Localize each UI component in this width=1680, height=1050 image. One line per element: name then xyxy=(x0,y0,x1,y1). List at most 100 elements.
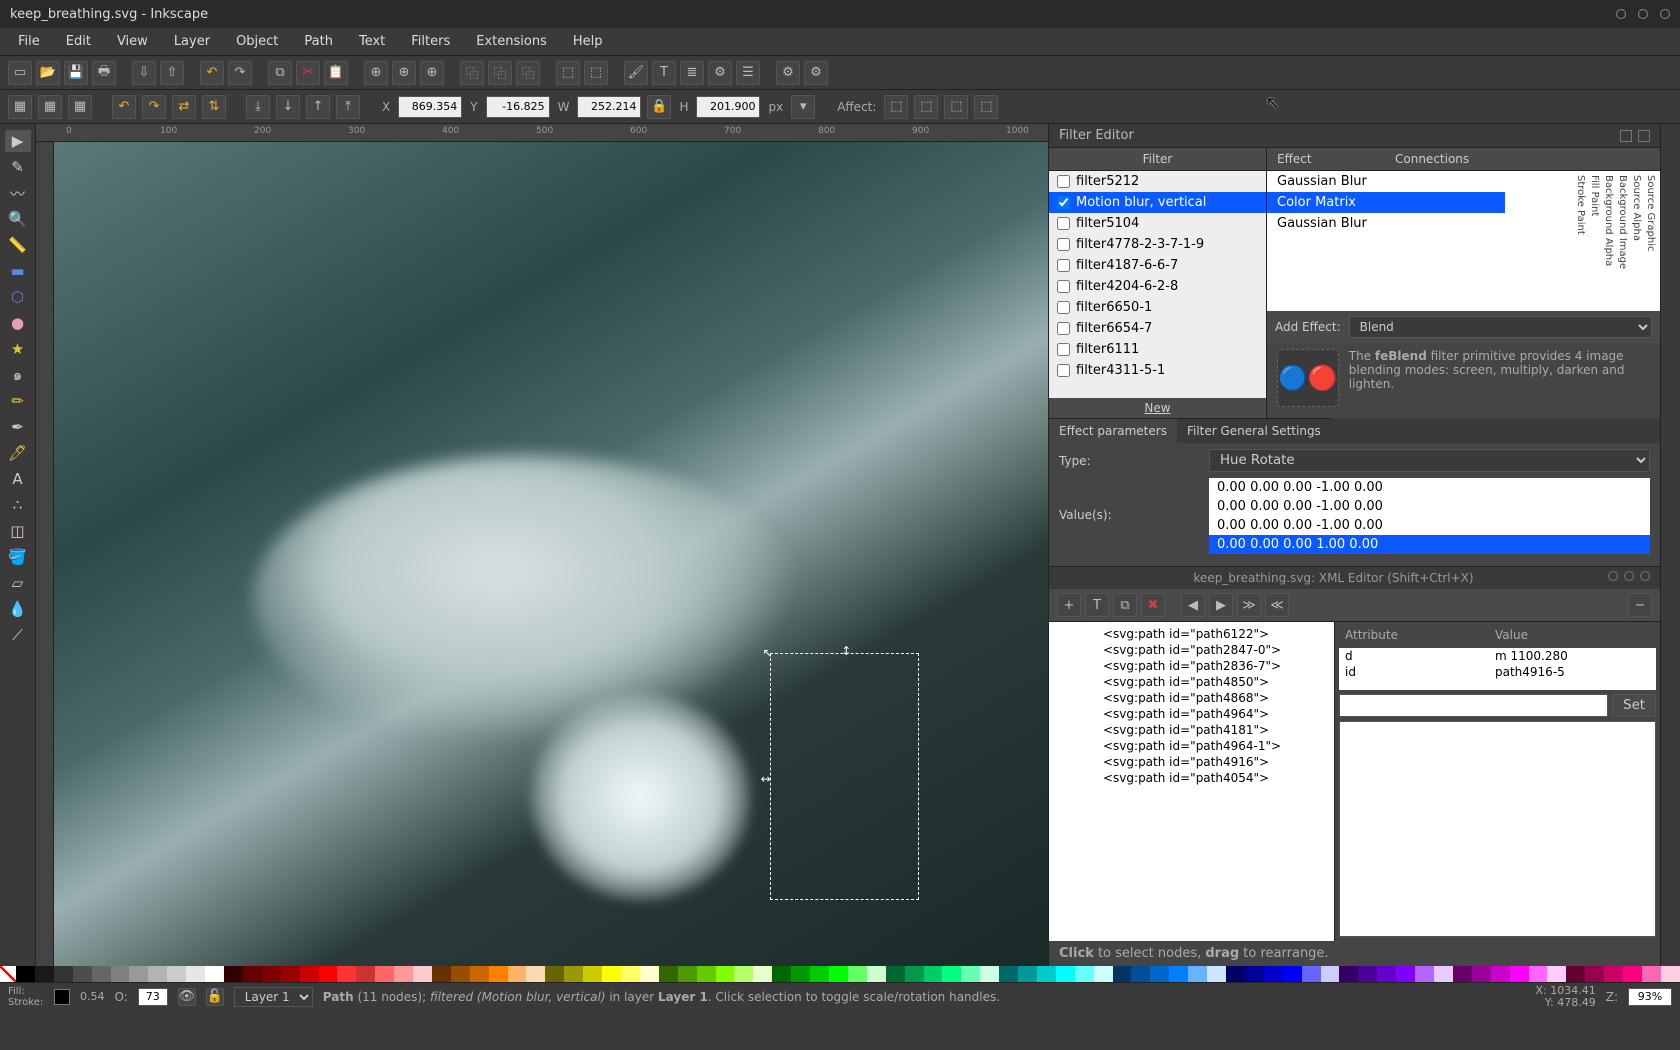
xml-node[interactable]: <svg:path id="path4964-1"> xyxy=(1053,738,1330,754)
layers-icon[interactable]: ≣ xyxy=(680,61,704,85)
measure-tool[interactable]: 📏 xyxy=(5,234,31,256)
menu-text[interactable]: Text xyxy=(349,30,395,53)
filter-checkbox[interactable] xyxy=(1057,280,1070,293)
filter-item[interactable]: Motion blur, vertical xyxy=(1049,192,1266,213)
swatch[interactable] xyxy=(772,966,791,982)
h-input[interactable] xyxy=(696,96,760,118)
effect-item[interactable]: Gaussian Blur xyxy=(1267,171,1505,192)
swatch[interactable] xyxy=(319,966,338,982)
filter-list[interactable]: filter5212Motion blur, verticalfilter510… xyxy=(1049,171,1266,398)
filter-item[interactable]: filter5212 xyxy=(1049,171,1266,192)
attr-list[interactable]: dm 1100.280idpath4916-5 xyxy=(1339,648,1656,690)
text-tool[interactable]: A xyxy=(5,468,31,490)
xml-min-icon[interactable] xyxy=(1608,571,1618,581)
swatch[interactable] xyxy=(564,966,583,982)
affect-pattern-icon[interactable]: ⬚ xyxy=(974,95,998,119)
3dbox-tool[interactable]: ⬡ xyxy=(5,286,31,308)
print-icon[interactable]: 🖶 xyxy=(92,61,116,85)
unit-dropdown[interactable]: ▾ xyxy=(791,95,815,119)
xml-node[interactable]: <svg:path id="path4181"> xyxy=(1053,722,1330,738)
w-input[interactable] xyxy=(577,96,641,118)
xml-outdent-icon[interactable]: ≪ xyxy=(1265,593,1289,617)
filter-item[interactable]: filter5104 xyxy=(1049,213,1266,234)
swatch[interactable] xyxy=(1339,966,1358,982)
swatch[interactable] xyxy=(1434,966,1453,982)
import-icon[interactable]: ⇩ xyxy=(132,61,156,85)
xml-new-text-icon[interactable]: T xyxy=(1085,593,1109,617)
swatch[interactable] xyxy=(1585,966,1604,982)
xml-node[interactable]: <svg:path id="path4850"> xyxy=(1053,674,1330,690)
set-button[interactable]: Set xyxy=(1612,694,1656,717)
select-layers-icon[interactable]: ▦ xyxy=(38,95,62,119)
swatch[interactable] xyxy=(1131,966,1150,982)
swatch[interactable] xyxy=(167,966,186,982)
flip-v-icon[interactable]: ⇅ xyxy=(202,95,226,119)
xml-node[interactable]: <svg:path id="path6122"> xyxy=(1053,626,1330,642)
swatch[interactable] xyxy=(281,966,300,982)
flip-h-icon[interactable]: ⇄ xyxy=(172,95,196,119)
swatch[interactable] xyxy=(602,966,621,982)
xml-del-icon[interactable]: ✖ xyxy=(1141,593,1165,617)
swatch[interactable] xyxy=(640,966,659,982)
bucket-tool[interactable]: 🪣 xyxy=(5,546,31,568)
matrix-row[interactable]: 0.00 0.00 0.00 -1.00 0.00 xyxy=(1209,516,1650,535)
swatch[interactable] xyxy=(1321,966,1340,982)
filter-checkbox[interactable] xyxy=(1057,238,1070,251)
xml-tree[interactable]: <svg:path id="path6122"> <svg:path id="pa… xyxy=(1049,622,1335,941)
swatch[interactable] xyxy=(1264,966,1283,982)
swatch[interactable] xyxy=(35,966,54,982)
values-matrix[interactable]: 0.00 0.00 0.00 -1.00 0.000.00 0.00 0.00 … xyxy=(1209,478,1650,554)
calligraphy-tool[interactable]: 🖊 xyxy=(5,442,31,464)
swatch-none[interactable] xyxy=(0,966,16,982)
xml-node[interactable]: <svg:path id="path2836-7"> xyxy=(1053,658,1330,674)
attr-row[interactable]: idpath4916-5 xyxy=(1339,664,1656,680)
rotate-ccw-icon[interactable]: ↶ xyxy=(112,95,136,119)
zoom-page-icon[interactable]: ⊕ xyxy=(420,61,444,85)
type-select[interactable]: Hue Rotate xyxy=(1209,449,1650,472)
export-icon[interactable]: ⇧ xyxy=(160,61,184,85)
zoom-sel-icon[interactable]: ⊕ xyxy=(364,61,388,85)
swatch[interactable] xyxy=(1415,966,1434,982)
filter-checkbox[interactable] xyxy=(1057,217,1070,230)
swatch[interactable] xyxy=(942,966,961,982)
undo-icon[interactable]: ↶ xyxy=(200,61,224,85)
xml-next-icon[interactable]: ▶ xyxy=(1209,593,1233,617)
swatch[interactable] xyxy=(734,966,753,982)
matrix-row[interactable]: 0.00 0.00 0.00 -1.00 0.00 xyxy=(1209,497,1650,516)
xml-close-icon[interactable] xyxy=(1640,571,1650,581)
swatch[interactable] xyxy=(337,966,356,982)
swatch[interactable] xyxy=(1358,966,1377,982)
swatch[interactable] xyxy=(886,966,905,982)
handle-w[interactable]: ↔ xyxy=(761,772,771,782)
deselect-icon[interactable]: ▦ xyxy=(68,95,92,119)
swatch[interactable] xyxy=(262,966,281,982)
tab-general-settings[interactable]: Filter General Settings xyxy=(1177,418,1331,443)
xml-prev-icon[interactable]: ◀ xyxy=(1181,593,1205,617)
raise-icon[interactable]: ↑ xyxy=(306,95,330,119)
swatch[interactable] xyxy=(489,966,508,982)
swatch[interactable] xyxy=(1491,966,1510,982)
swatch[interactable] xyxy=(1245,966,1264,982)
attr-name-input[interactable] xyxy=(1339,694,1608,717)
swatch[interactable] xyxy=(753,966,772,982)
swatch[interactable] xyxy=(1566,966,1585,982)
filter-checkbox[interactable] xyxy=(1057,301,1070,314)
effect-list[interactable]: Gaussian BlurColor MatrixGaussian Blur xyxy=(1267,171,1505,311)
filter-item[interactable]: filter4778-2-3-7-1-9 xyxy=(1049,234,1266,255)
swatch[interactable] xyxy=(1018,966,1037,982)
raise-top-icon[interactable]: ⤒ xyxy=(336,95,360,119)
ellipse-tool[interactable]: ● xyxy=(5,312,31,334)
swatch[interactable] xyxy=(545,966,564,982)
xml-node[interactable]: <svg:path id="path4054"> xyxy=(1053,770,1330,786)
swatch[interactable] xyxy=(621,966,640,982)
menu-help[interactable]: Help xyxy=(563,30,613,53)
xml-indent-icon[interactable]: ≫ xyxy=(1237,593,1261,617)
filter-checkbox[interactable] xyxy=(1057,343,1070,356)
tweak-tool[interactable]: 〰 xyxy=(5,182,31,204)
panel-min-icon[interactable] xyxy=(1620,130,1632,142)
swatch[interactable] xyxy=(1396,966,1415,982)
attr-row[interactable]: dm 1100.280 xyxy=(1339,648,1656,664)
swatch[interactable] xyxy=(1472,966,1491,982)
swatch[interactable] xyxy=(111,966,130,982)
unlink-icon[interactable]: ⿻ xyxy=(516,61,540,85)
